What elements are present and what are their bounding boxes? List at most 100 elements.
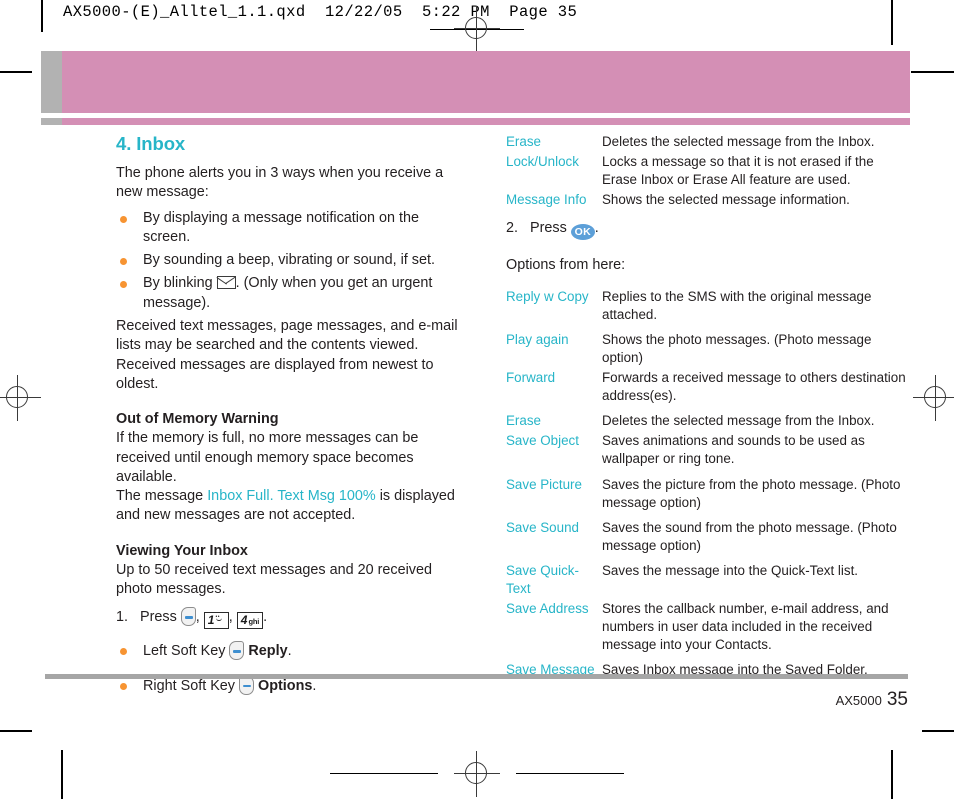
received-messages-paragraph: Received text messages, page messages, a…: [116, 318, 458, 392]
table-row: Message Info Shows the selected message …: [506, 191, 910, 209]
prepress-header-line: AX5000-(E)_Alltel_1.1.qxd 12/22/05 5:22 …: [63, 3, 578, 21]
page-banner: [62, 51, 910, 113]
out-of-memory-paragraph: If the memory is full, no more messages …: [116, 430, 419, 485]
option-term: Reply w Copy: [506, 288, 589, 304]
option-description: Locks a message so that it is not erased…: [602, 154, 874, 188]
right-soft-key-label: Right Soft Key: [143, 677, 235, 694]
crop-mark-bottom-left-horizontal: [0, 730, 32, 732]
option-description: Stores the callback number, e-mail addre…: [602, 601, 889, 653]
step-label: Press: [140, 609, 177, 626]
left-soft-key-icon: [229, 641, 245, 661]
intro-paragraph: The phone alerts you in 3 ways when you …: [116, 165, 444, 201]
table-row: Erase Deletes the selected message from …: [506, 412, 910, 430]
step-two-container: 2. Press OK.: [506, 218, 910, 241]
crop-mark-top-right-horizontal: [911, 71, 954, 73]
registration-mark-top: [454, 6, 500, 52]
option-term: Lock/Unlock: [506, 154, 579, 170]
list-item: By blinking . (Only when you get an urge…: [116, 274, 466, 313]
table-row: Save Object Saves animations and sounds …: [506, 432, 910, 468]
registration-mark-right: [913, 375, 954, 421]
bullet-dot-icon: [120, 648, 127, 656]
table-row: Play again Shows the photo messages. (Ph…: [506, 331, 910, 367]
banner-rule: [62, 118, 910, 125]
table-row: Save Quick-Text Saves the message into t…: [506, 562, 910, 598]
list-item-label: By sounding a beep, vibrating or sound, …: [143, 252, 435, 269]
option-description: Saves the picture from the photo message…: [602, 476, 901, 510]
list-item: By displaying a message notification on …: [116, 209, 466, 248]
right-column: Erase Deletes the selected message from …: [506, 133, 910, 681]
crop-mark-top-right-vertical: [891, 0, 893, 45]
crop-mark-bottom-center-right: [516, 773, 624, 774]
crop-mark-top-left-vertical: [41, 0, 43, 32]
option-description: Forwards a received message to others de…: [602, 370, 906, 404]
option-term: Save Sound: [506, 519, 579, 535]
viewing-inbox-heading: Viewing Your Inbox: [116, 542, 248, 559]
option-description: Deletes the selected message from the In…: [602, 134, 875, 149]
step-number: 2.: [506, 220, 519, 237]
crop-mark-bottom-left-vertical: [61, 750, 63, 799]
right-soft-key-suffix: .: [312, 677, 317, 694]
inbox-capacity-paragraph: Up to 50 received text messages and 20 r…: [116, 561, 432, 598]
table-row: Erase Deletes the selected message from …: [506, 133, 910, 151]
list-item-label: By blinking: [143, 275, 217, 292]
alert-methods-list: By displaying a message notification on …: [116, 209, 466, 313]
right-soft-key-action: Options: [258, 677, 313, 694]
step-label: Press: [530, 220, 567, 237]
left-soft-key-icon: [180, 607, 196, 627]
bullet-dot-icon: [120, 682, 127, 690]
left-column: 4. Inbox The phone alerts you in 3 ways …: [116, 133, 466, 710]
table-row: Forward Forwards a received message to o…: [506, 369, 910, 405]
crop-mark-bottom-right-vertical: [891, 750, 893, 799]
option-term: Erase: [506, 134, 541, 149]
footer-rule: [45, 674, 908, 679]
left-soft-key-label: Left Soft Key: [143, 643, 226, 660]
crop-mark-bottom-right-horizontal: [922, 730, 954, 732]
number-key-4-icon: 4ghi: [236, 612, 264, 630]
table-row: Reply w Copy Replies to the SMS with the…: [506, 288, 910, 324]
footer-page-number: 35: [886, 689, 908, 710]
table-row: Lock/Unlock Locks a message so that it i…: [506, 153, 910, 189]
step-two: 2. Press OK.: [506, 218, 910, 241]
options-heading: Options from here:: [506, 257, 626, 274]
option-description: Saves the message into the Quick-Text li…: [602, 562, 859, 578]
number-key-1-digit: 1: [207, 613, 215, 628]
option-description: Saves animations and sounds to be used a…: [602, 433, 865, 467]
option-term: Save Object: [506, 433, 579, 449]
list-item-label: By displaying a message notification on …: [143, 209, 419, 245]
registration-mark-left: [0, 375, 41, 421]
voicemail-glyph-icon: [215, 610, 222, 624]
option-description: Shows the photo messages. (Photo message…: [602, 331, 872, 365]
option-term: Save Address: [506, 601, 589, 617]
envelope-icon: [216, 276, 236, 290]
inbox-full-message: Inbox Full. Text Msg 100%: [207, 488, 376, 505]
left-soft-key-suffix: .: [287, 643, 292, 660]
list-item: Left Soft Key Reply.: [116, 641, 466, 661]
option-description: Shows the selected message information.: [602, 192, 850, 208]
option-description: Replies to the SMS with the original mes…: [602, 288, 872, 322]
viewing-inbox-steps: 1.Press , 1, 4ghi.: [116, 607, 466, 630]
registration-mark-bottom: [454, 751, 500, 797]
crop-mark-bottom-center-left: [330, 773, 438, 774]
options-definition-list: Reply w Copy Replies to the SMS with the…: [506, 288, 910, 680]
page-footer: AX5000 35: [836, 689, 908, 711]
banner-side-tab: [41, 51, 62, 113]
option-term: Save Picture: [506, 476, 582, 492]
top-options-definition-list: Erase Deletes the selected message from …: [506, 133, 910, 209]
list-item: By sounding a beep, vibrating or sound, …: [116, 251, 466, 270]
banner-rule-tab: [41, 118, 62, 125]
page-title: 4. Inbox: [116, 133, 186, 154]
bullet-dot-icon: [120, 281, 127, 289]
crop-mark-top-left-horizontal: [0, 71, 32, 73]
option-term: Forward: [506, 370, 556, 386]
step-one: 1.Press , 1, 4ghi.: [116, 607, 466, 630]
table-row: Save Picture Saves the picture from the …: [506, 476, 910, 512]
out-of-memory-heading: Out of Memory Warning: [116, 411, 279, 428]
number-key-1-icon: 1: [203, 610, 229, 630]
option-term: Erase: [506, 413, 541, 429]
option-term: Save Quick-Text: [506, 562, 579, 596]
option-description: Saves the sound from the photo message. …: [602, 519, 897, 553]
table-row: Save Sound Saves the sound from the phot…: [506, 519, 910, 555]
inbox-full-paragraph: The message Inbox Full. Text Msg 100% is…: [116, 487, 466, 526]
ok-key-icon: OK: [570, 224, 595, 241]
footer-model: AX5000: [835, 693, 882, 708]
